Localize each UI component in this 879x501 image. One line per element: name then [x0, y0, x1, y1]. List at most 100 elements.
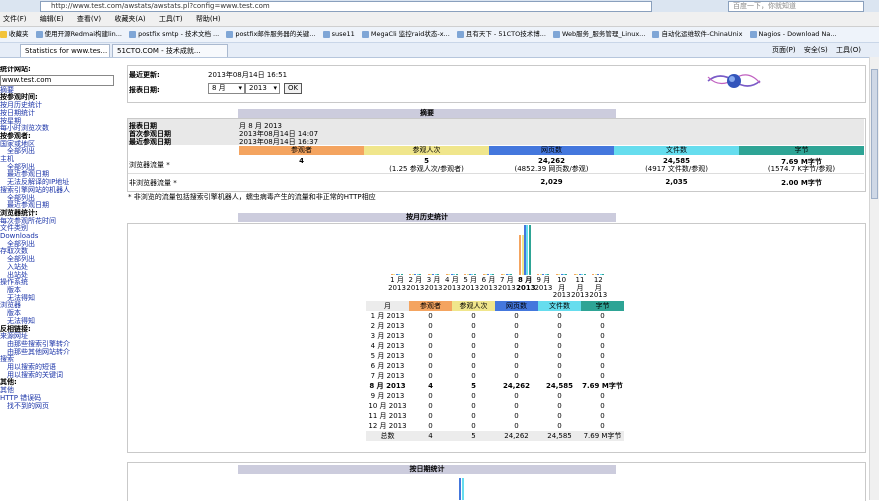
table-cell: 5 月 2013	[370, 352, 405, 360]
chart-month-year: 2013	[388, 283, 406, 292]
table-cell: 11 月 2013	[368, 412, 407, 420]
favorite-link[interactable]: postfix邮件服务器的关键...	[226, 27, 316, 42]
chart-bar	[473, 274, 476, 275]
sidebar-item[interactable]: 由那些其他网站转介	[0, 348, 122, 357]
table-row: 3 月 2013 0 0 0 0 0	[366, 331, 624, 341]
menu-file[interactable]: 文件(F)	[3, 12, 27, 26]
favorites-button[interactable]: 收藏夹	[0, 27, 29, 42]
favorite-link[interactable]: Web服务_服务管理_Linux...	[553, 27, 645, 42]
safety-menu-button[interactable]: 安全(S)	[804, 46, 828, 54]
favorite-link[interactable]: Nagios - Download Na...	[749, 27, 837, 42]
table-cell: 0	[514, 422, 519, 430]
page-icon	[226, 30, 234, 38]
command-bar: 页面(P) 安全(S) 工具(O)	[766, 43, 861, 57]
scrollbar-thumb[interactable]	[871, 69, 878, 199]
table-cell: 0	[600, 362, 605, 370]
address-bar[interactable]: http://www.test.com/awstats/awstats.pl?c…	[40, 1, 652, 12]
table-cell: 0	[471, 392, 476, 400]
page-icon	[361, 30, 369, 38]
table-cell: 0	[428, 372, 433, 380]
table-cell: 0	[514, 362, 519, 370]
chart-bar	[547, 274, 549, 275]
chart-month-year: 2013	[552, 291, 571, 299]
chart-month-label: 5 月 2013	[461, 276, 479, 292]
tab-51cto[interactable]: 51CTO.COM - 技术成就...	[112, 44, 228, 57]
table-cell: 8 月 2013	[369, 382, 406, 390]
table-cell: 0	[600, 342, 605, 350]
table-cell: 0	[557, 402, 562, 410]
sidebar-item[interactable]: 全部列出	[0, 148, 122, 156]
table-cell: 0	[600, 352, 605, 360]
table-cell: 0	[600, 392, 605, 400]
sidebar-item[interactable]: 找不到的网页	[0, 402, 122, 411]
title-bar: http://www.test.com/awstats/awstats.pl?c…	[0, 0, 879, 12]
chart-month-name: 11 月	[575, 276, 585, 292]
favorite-link[interactable]: 自动化运维软件-ChinaUnix	[652, 27, 742, 42]
table-cell: 0	[600, 372, 605, 380]
table-cell: 24,262	[502, 382, 530, 390]
favorite-link[interactable]: MegaCli 监控raid状态-x...	[361, 27, 450, 42]
chart-month-name: 10 月	[557, 276, 567, 292]
page-icon	[652, 30, 660, 38]
menu-favorites[interactable]: 收藏夹(A)	[114, 12, 145, 26]
not-viewed-hits: 2,035	[665, 178, 688, 186]
page-icon	[35, 30, 43, 38]
table-cell: 3 月 2013	[370, 332, 405, 340]
viewed-traffic-label: 浏览器流量 *	[129, 161, 170, 169]
page-menu-button[interactable]: 页面(P)	[772, 46, 796, 54]
table-cell: 0	[514, 342, 519, 350]
favorite-link[interactable]: 且有天下 - 51CTO技术博...	[456, 27, 546, 42]
site-label: 统计网站:	[0, 66, 31, 73]
chart-bar	[455, 274, 458, 275]
col-month: 月	[366, 301, 409, 311]
page-icon	[322, 30, 330, 38]
table-cell: 2 月 2013	[370, 322, 405, 330]
sidebar-item[interactable]: 用以搜索的关键词	[0, 371, 122, 380]
chart-bar	[400, 274, 403, 275]
year-select[interactable]: 2013 ▾	[245, 83, 280, 94]
sidebar: 统计网站: www.test.com 摘要 按参观时间: 按月历史统计 按日期统计 按星…	[0, 66, 122, 500]
favorite-link[interactable]: 使用开源Redmai构建lin...	[35, 27, 122, 42]
table-cell: 5	[471, 382, 476, 390]
chart-month-label: 3 月 2013	[425, 276, 443, 292]
table-cell: 0	[557, 342, 562, 350]
col-visits: 参观人次	[364, 146, 489, 155]
monthly-table-body: 1 月 2013 0 0 0 0 0 2 月 2013 0 0 0 0 0 3 月 2013 0 0 0 0 0 4…	[366, 311, 624, 441]
table-row: 2 月 2013 0 0 0 0 0	[366, 321, 624, 331]
not-viewed-pages: 2,029	[540, 178, 563, 186]
favorite-link[interactable]: postfix smtp - 技术文档 ...	[129, 27, 219, 42]
table-cell: 0	[428, 362, 433, 370]
search-box[interactable]: 百度一下，你就知道	[728, 1, 864, 12]
table-cell: 0	[428, 422, 433, 430]
tools-menu-button[interactable]: 工具(O)	[836, 46, 861, 54]
table-cell: 7.69 M字节	[582, 382, 623, 390]
favorite-link[interactable]: suse11	[322, 27, 355, 42]
sidebar-list: 摘要 按参观时间: 按月历史统计 按日期统计 按星期 每小时浏览次数 按参观者: 国家或地区全…	[0, 86, 122, 411]
table-cell: 0	[600, 312, 605, 320]
table-cell: 0	[428, 392, 433, 400]
table-cell: 0	[471, 412, 476, 420]
table-row: 9 月 2013 0 0 0 0 0	[366, 391, 624, 401]
chart-month-label: 1 月 2013	[388, 276, 406, 292]
ok-button[interactable]: OK	[284, 83, 302, 94]
month-select[interactable]: 8 月 ▾	[208, 83, 245, 94]
table-total-row: 总数 4 5 24,262 24,585 7.69 M字节	[366, 431, 624, 441]
menu-edit[interactable]: 编辑(E)	[40, 12, 64, 26]
chart-bar	[565, 274, 568, 275]
table-cell: 0	[428, 342, 433, 350]
menu-view[interactable]: 查看(V)	[77, 12, 101, 26]
menu-tools[interactable]: 工具(T)	[159, 12, 183, 26]
daily-chart-bar	[462, 478, 464, 500]
table-cell: 0	[514, 322, 519, 330]
col-hits: 文件数	[614, 146, 739, 155]
tab-statistics[interactable]: Statistics for www.tes...	[20, 44, 110, 57]
page-icon	[749, 30, 757, 38]
page-icon	[129, 30, 137, 38]
table-cell: 4 月 2013	[370, 342, 405, 350]
table-cell: 0	[471, 402, 476, 410]
chart-month-year: 2013	[497, 283, 516, 292]
table-cell: 0	[600, 412, 605, 420]
vertical-scrollbar[interactable]	[869, 57, 879, 500]
menu-help[interactable]: 帮助(H)	[196, 12, 221, 26]
chart-bar	[601, 274, 604, 275]
